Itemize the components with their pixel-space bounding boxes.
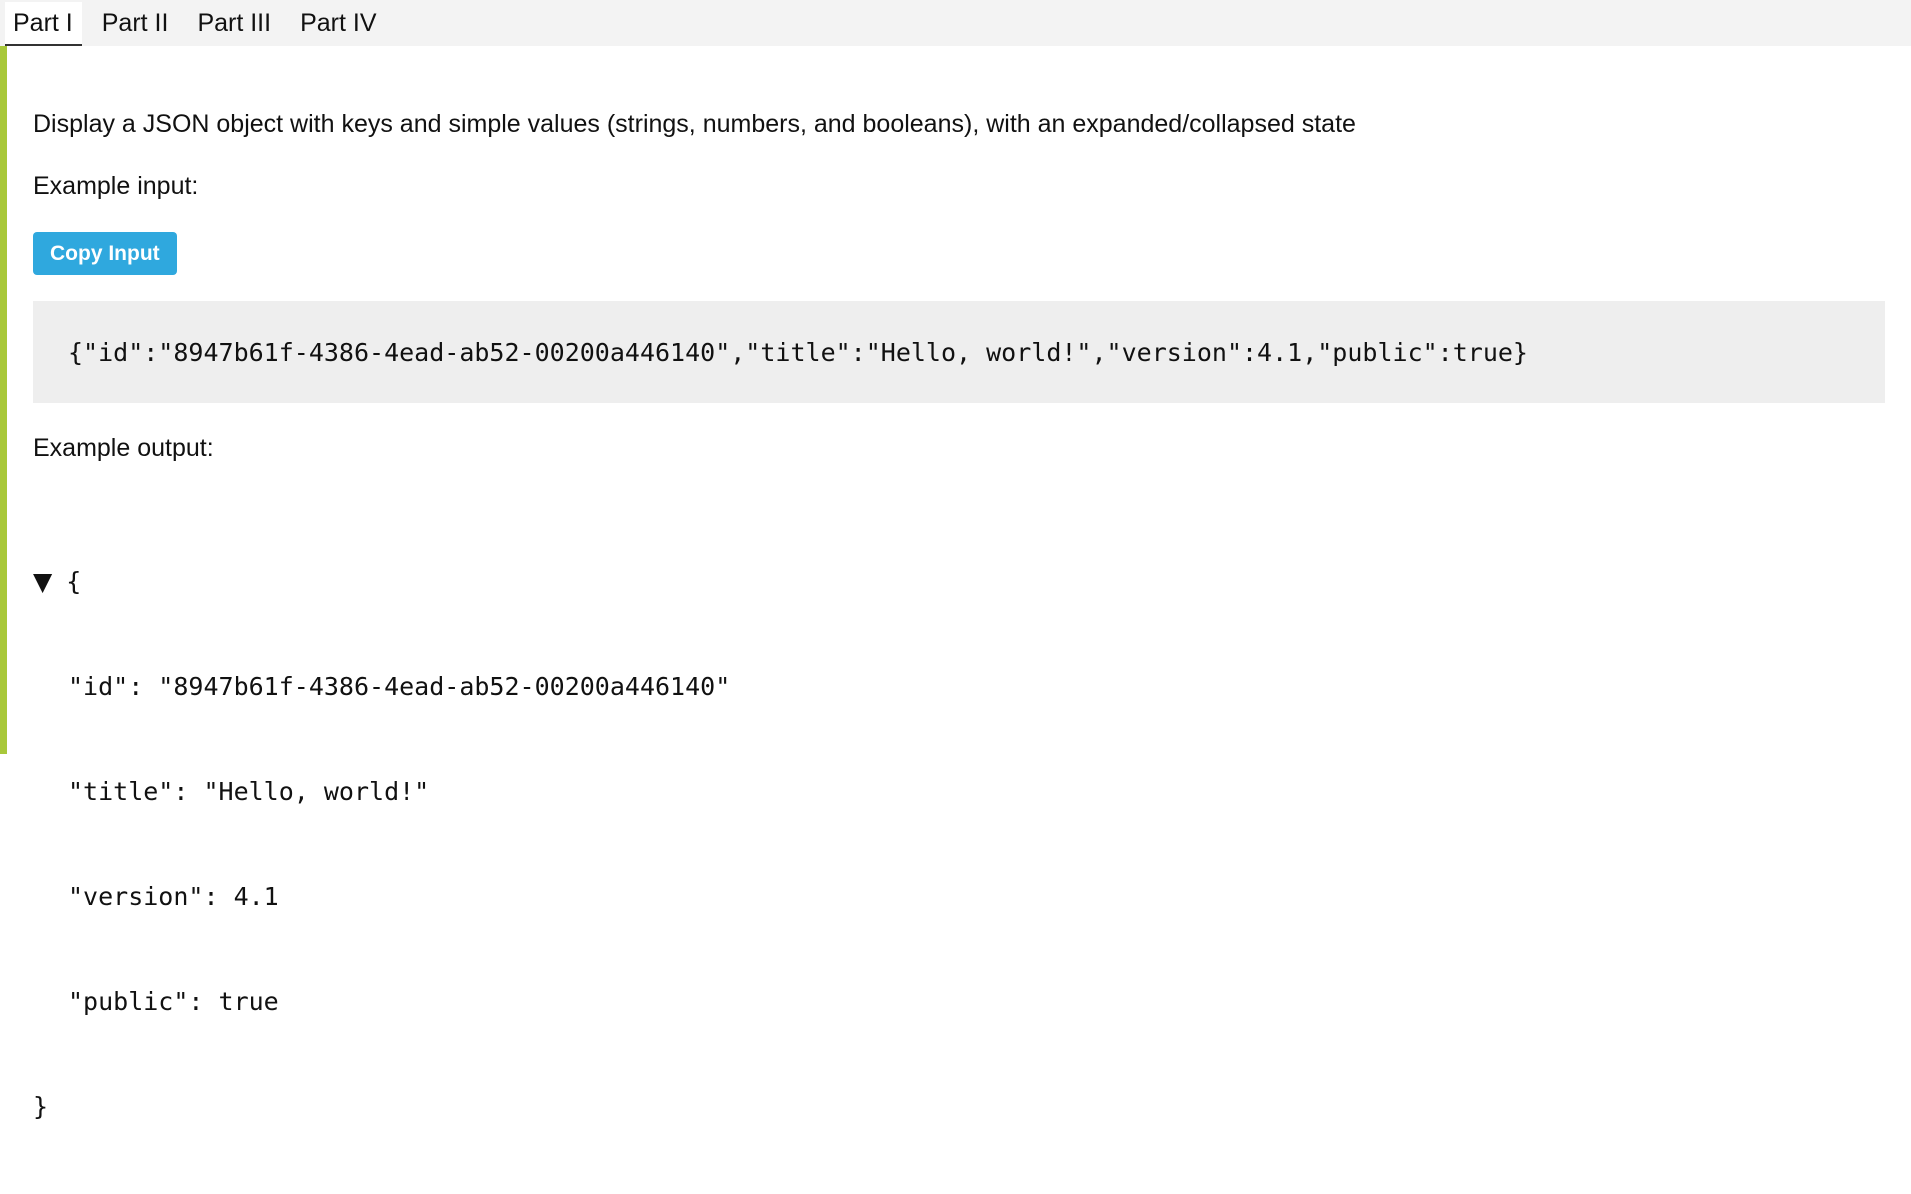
tab-part-iii[interactable]: Part III <box>189 2 280 46</box>
task-description: Display a JSON object with keys and simp… <box>33 110 1356 138</box>
tab-part-i[interactable]: Part I <box>5 2 82 46</box>
tree-entry-title: "title": "Hello, world!" <box>68 777 430 806</box>
tree-entry-version: "version": 4.1 <box>68 882 279 911</box>
tab-bar: Part I Part II Part III Part IV <box>0 0 1911 46</box>
tab-part-ii[interactable]: Part II <box>94 2 178 46</box>
close-brace: } <box>33 1092 49 1121</box>
tree-header: ▼ { <box>33 564 730 599</box>
open-brace: { <box>66 567 82 596</box>
example-output-label: Example output: <box>33 434 214 462</box>
collapse-toggle-icon[interactable]: ▼ <box>33 564 52 599</box>
input-code-block: {"id":"8947b61f-4386-4ead-ab52-00200a446… <box>33 301 1885 403</box>
tree-entry-public: "public": true <box>68 987 279 1016</box>
example-input-label: Example input: <box>33 172 199 200</box>
tree-entry-id: "id": "8947b61f-4386-4ead-ab52-00200a446… <box>68 672 731 701</box>
input-code-text: {"id":"8947b61f-4386-4ead-ab52-00200a446… <box>68 337 1528 367</box>
left-accent-rule <box>0 0 7 754</box>
json-tree-view: ▼ { "id": "8947b61f-4386-4ead-ab52-00200… <box>33 494 730 1194</box>
copy-input-button[interactable]: Copy Input <box>33 232 177 275</box>
tab-part-iv[interactable]: Part IV <box>292 2 385 46</box>
